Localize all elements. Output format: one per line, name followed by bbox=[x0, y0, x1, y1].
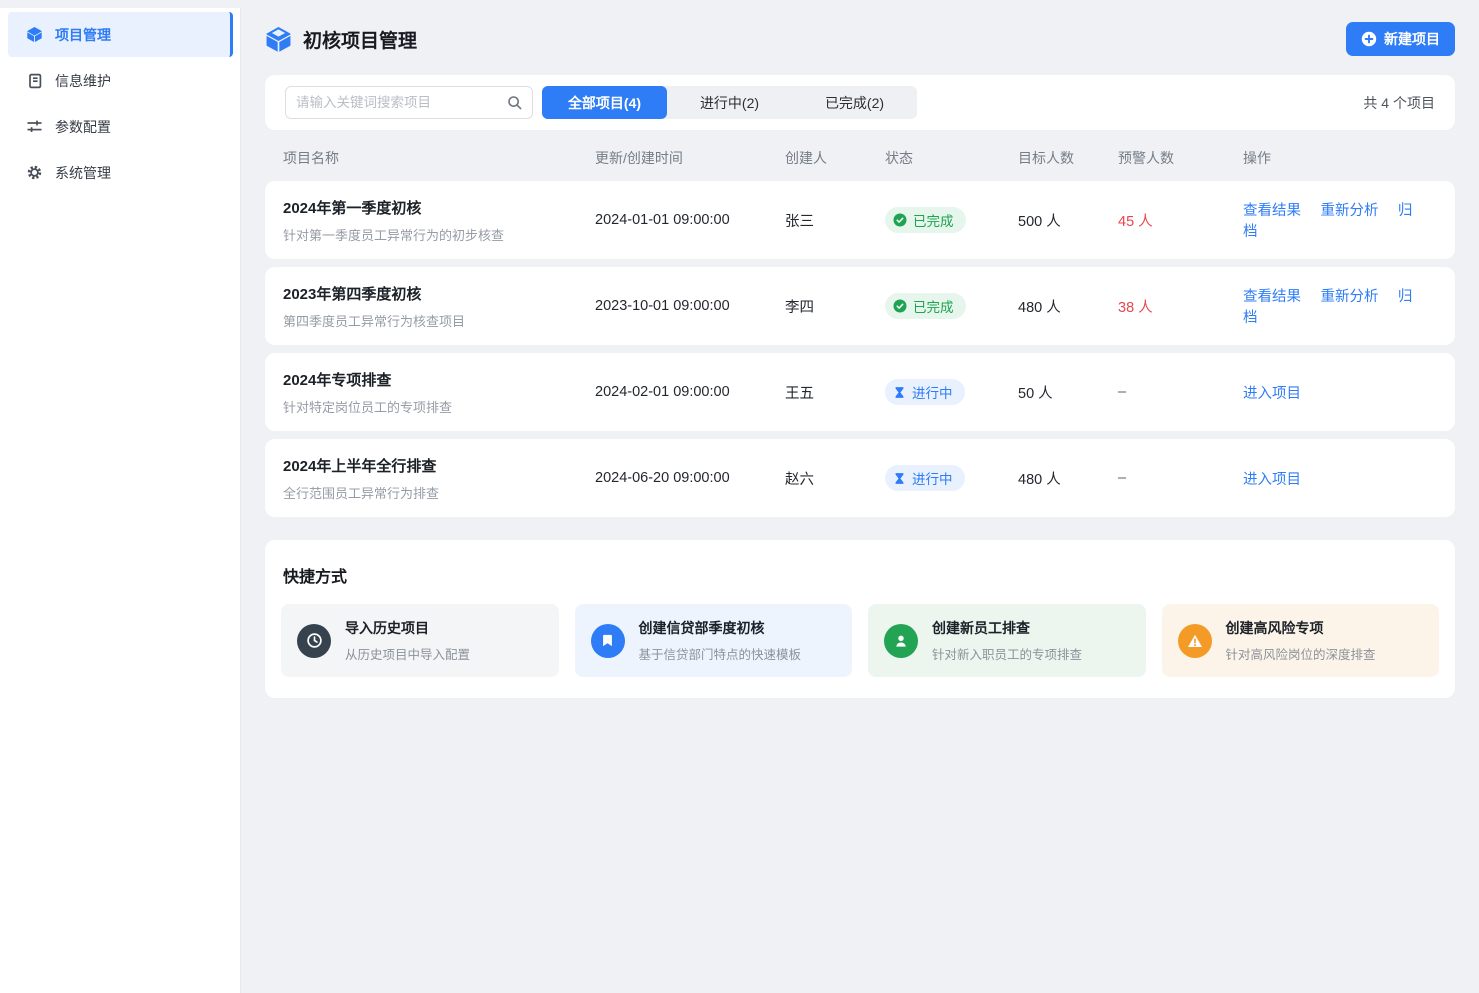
sidebar-item-label: 参数配置 bbox=[55, 117, 111, 137]
status-badge: 已完成 bbox=[885, 293, 966, 319]
cube-icon bbox=[26, 26, 43, 43]
gear-icon bbox=[26, 164, 43, 181]
cube-icon bbox=[265, 26, 292, 53]
project-name: 2024年专项排查 bbox=[283, 369, 595, 390]
main-content: 初核项目管理 新建项目 全部项目(4) 进行中(2) 已完成(2) 共 4 个项… bbox=[241, 0, 1479, 993]
tab-completed[interactable]: 已完成(2) bbox=[792, 86, 917, 119]
table-row: 2024年第一季度初核 针对第一季度员工异常行为的初步核查 2024-01-01… bbox=[265, 181, 1455, 259]
project-creator: 李四 bbox=[785, 296, 885, 317]
warning-count: 45 人 bbox=[1118, 210, 1243, 231]
column-header-actions: 操作 bbox=[1243, 148, 1437, 168]
project-name: 2024年第一季度初核 bbox=[283, 197, 595, 218]
reanalyze-link[interactable]: 重新分析 bbox=[1320, 289, 1378, 305]
search-input[interactable] bbox=[296, 95, 499, 110]
hourglass-icon bbox=[893, 386, 906, 399]
target-count: 50 人 bbox=[1018, 382, 1118, 403]
column-header-name: 项目名称 bbox=[283, 148, 595, 168]
sidebar-item-parameter-config[interactable]: 参数配置 bbox=[8, 104, 233, 149]
page-title: 初核项目管理 bbox=[303, 26, 417, 53]
project-creator: 张三 bbox=[785, 210, 885, 231]
sidebar-item-label: 系统管理 bbox=[55, 163, 111, 183]
shortcut-new-employee[interactable]: 创建新员工排查 针对新入职员工的专项排查 bbox=[868, 604, 1146, 677]
bookmark-icon bbox=[591, 624, 625, 658]
column-header-time: 更新/创建时间 bbox=[595, 148, 785, 168]
shortcut-import-history[interactable]: 导入历史项目 从历史项目中导入配置 bbox=[281, 604, 559, 677]
table-row: 2023年第四季度初核 第四季度员工异常行为核查项目 2023-10-01 09… bbox=[265, 267, 1455, 345]
status-badge: 已完成 bbox=[885, 207, 966, 233]
view-results-link[interactable]: 查看结果 bbox=[1243, 289, 1301, 305]
book-icon bbox=[26, 72, 43, 89]
warning-count: 38 人 bbox=[1118, 296, 1243, 317]
person-icon bbox=[884, 624, 918, 658]
project-name: 2024年上半年全行排查 bbox=[283, 455, 595, 476]
project-count: 共 4 个项目 bbox=[1363, 93, 1435, 113]
check-circle-icon bbox=[893, 213, 907, 227]
target-count: 480 人 bbox=[1018, 296, 1118, 317]
table-header: 项目名称 更新/创建时间 创建人 状态 目标人数 预警人数 操作 bbox=[265, 130, 1455, 181]
project-creator: 王五 bbox=[785, 382, 885, 403]
sidebar-item-label: 信息维护 bbox=[55, 71, 111, 91]
shortcuts-title: 快捷方式 bbox=[281, 556, 1439, 604]
project-desc: 第四季度员工异常行为核查项目 bbox=[283, 311, 595, 330]
new-project-button[interactable]: 新建项目 bbox=[1346, 22, 1455, 56]
warning-count: – bbox=[1118, 470, 1243, 486]
clock-icon bbox=[297, 624, 331, 658]
warning-count: – bbox=[1118, 384, 1243, 400]
hourglass-icon bbox=[893, 472, 906, 485]
tab-all-projects[interactable]: 全部项目(4) bbox=[542, 86, 667, 119]
sidebar-item-system-management[interactable]: 系统管理 bbox=[8, 150, 233, 195]
view-results-link[interactable]: 查看结果 bbox=[1243, 203, 1301, 219]
project-time: 2024-02-01 09:00:00 bbox=[595, 384, 785, 400]
check-circle-icon bbox=[893, 299, 907, 313]
shortcuts-section: 快捷方式 导入历史项目 从历史项目中导入配置 创建信贷部季度初核 基于信贷部门特… bbox=[265, 540, 1455, 698]
project-desc: 针对特定岗位员工的专项排查 bbox=[283, 397, 595, 416]
plus-circle-icon bbox=[1361, 31, 1377, 47]
project-desc: 针对第一季度员工异常行为的初步核查 bbox=[283, 225, 595, 244]
sidebar: 项目管理 信息维护 参数配置 系统管理 bbox=[0, 8, 241, 993]
filter-tabs: 全部项目(4) 进行中(2) 已完成(2) bbox=[542, 86, 917, 119]
warning-triangle-icon bbox=[1178, 624, 1212, 658]
sidebar-item-info-maintenance[interactable]: 信息维护 bbox=[8, 58, 233, 103]
enter-project-link[interactable]: 进入项目 bbox=[1243, 472, 1301, 488]
search-box bbox=[285, 86, 533, 119]
target-count: 480 人 bbox=[1018, 468, 1118, 489]
column-header-target: 目标人数 bbox=[1018, 148, 1118, 168]
enter-project-link[interactable]: 进入项目 bbox=[1243, 386, 1301, 402]
project-time: 2024-01-01 09:00:00 bbox=[595, 212, 785, 228]
sidebar-item-label: 项目管理 bbox=[55, 25, 111, 45]
project-time: 2024-06-20 09:00:00 bbox=[595, 470, 785, 486]
sliders-icon bbox=[26, 118, 43, 135]
project-desc: 全行范围员工异常行为排查 bbox=[283, 483, 595, 502]
sidebar-item-project-management[interactable]: 项目管理 bbox=[8, 12, 233, 57]
status-badge: 进行中 bbox=[885, 465, 965, 491]
column-header-creator: 创建人 bbox=[785, 148, 885, 168]
page-header: 初核项目管理 新建项目 bbox=[241, 0, 1479, 75]
tab-in-progress[interactable]: 进行中(2) bbox=[667, 86, 792, 119]
project-creator: 赵六 bbox=[785, 468, 885, 489]
project-table: 项目名称 更新/创建时间 创建人 状态 目标人数 预警人数 操作 2024年第一… bbox=[265, 130, 1455, 517]
table-row: 2024年专项排查 针对特定岗位员工的专项排查 2024-02-01 09:00… bbox=[265, 353, 1455, 431]
reanalyze-link[interactable]: 重新分析 bbox=[1320, 203, 1378, 219]
target-count: 500 人 bbox=[1018, 210, 1118, 231]
column-header-status: 状态 bbox=[885, 148, 1018, 168]
search-icon[interactable] bbox=[507, 95, 522, 110]
column-header-warning: 预警人数 bbox=[1118, 148, 1243, 168]
shortcut-credit-quarterly[interactable]: 创建信贷部季度初核 基于信贷部门特点的快速模板 bbox=[575, 604, 853, 677]
table-row: 2024年上半年全行排查 全行范围员工异常行为排查 2024-06-20 09:… bbox=[265, 439, 1455, 517]
project-name: 2023年第四季度初核 bbox=[283, 283, 595, 304]
toolbar: 全部项目(4) 进行中(2) 已完成(2) 共 4 个项目 bbox=[265, 75, 1455, 130]
shortcut-high-risk[interactable]: 创建高风险专项 针对高风险岗位的深度排查 bbox=[1162, 604, 1440, 677]
status-badge: 进行中 bbox=[885, 379, 965, 405]
project-time: 2023-10-01 09:00:00 bbox=[595, 298, 785, 314]
